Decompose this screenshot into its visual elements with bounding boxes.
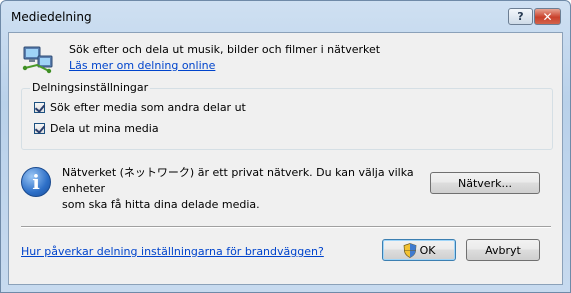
window-title: Mediedelning [11,10,92,24]
network-info-text: Nätverket (ネットワーク) är ett privat nätverk… [62,165,422,213]
close-icon: ✕ [542,9,553,24]
header-description: Sök efter och dela ut musik, bilder och … [69,43,381,56]
dialog-window: Mediedelning ? ✕ Sök efter och dela ut m… [0,0,571,293]
help-icon: ? [517,10,524,23]
share-media-label: Dela ut mina media [50,122,159,135]
help-button[interactable]: ? [508,8,533,25]
dialog-content: Sök efter och dela ut musik, bilder och … [8,32,563,285]
share-media-checkbox[interactable] [34,123,45,134]
sharing-settings-group: Delningsinställningar Sök efter media so… [21,81,553,150]
find-media-checkbox[interactable] [34,102,45,113]
info-line-2: som ska få hitta dina delade media. [62,198,260,211]
firewall-link[interactable]: Hur påverkar delning inställningarna för… [21,245,324,258]
network-sharing-icon [22,46,53,74]
share-media-option[interactable]: Dela ut mina media [34,122,159,135]
network-button[interactable]: Nätverk... [430,172,540,194]
group-label: Delningsinställningar [30,81,151,94]
information-icon: i [21,167,51,197]
learn-more-link[interactable]: Läs mer om delning online [69,59,215,72]
find-media-option[interactable]: Sök efter media som andra delar ut [34,101,246,114]
close-button[interactable]: ✕ [534,8,561,25]
ok-label: OK [419,243,436,257]
divider [21,226,551,228]
uac-shield-icon [403,242,416,258]
ok-button[interactable]: OK [382,239,456,261]
cancel-button[interactable]: Avbryt [466,239,540,261]
info-line-1: Nätverket (ネットワーク) är ett privat nätverk… [62,166,414,195]
find-media-label: Sök efter media som andra delar ut [50,101,246,114]
title-bar[interactable]: Mediedelning ? ✕ [1,1,570,33]
